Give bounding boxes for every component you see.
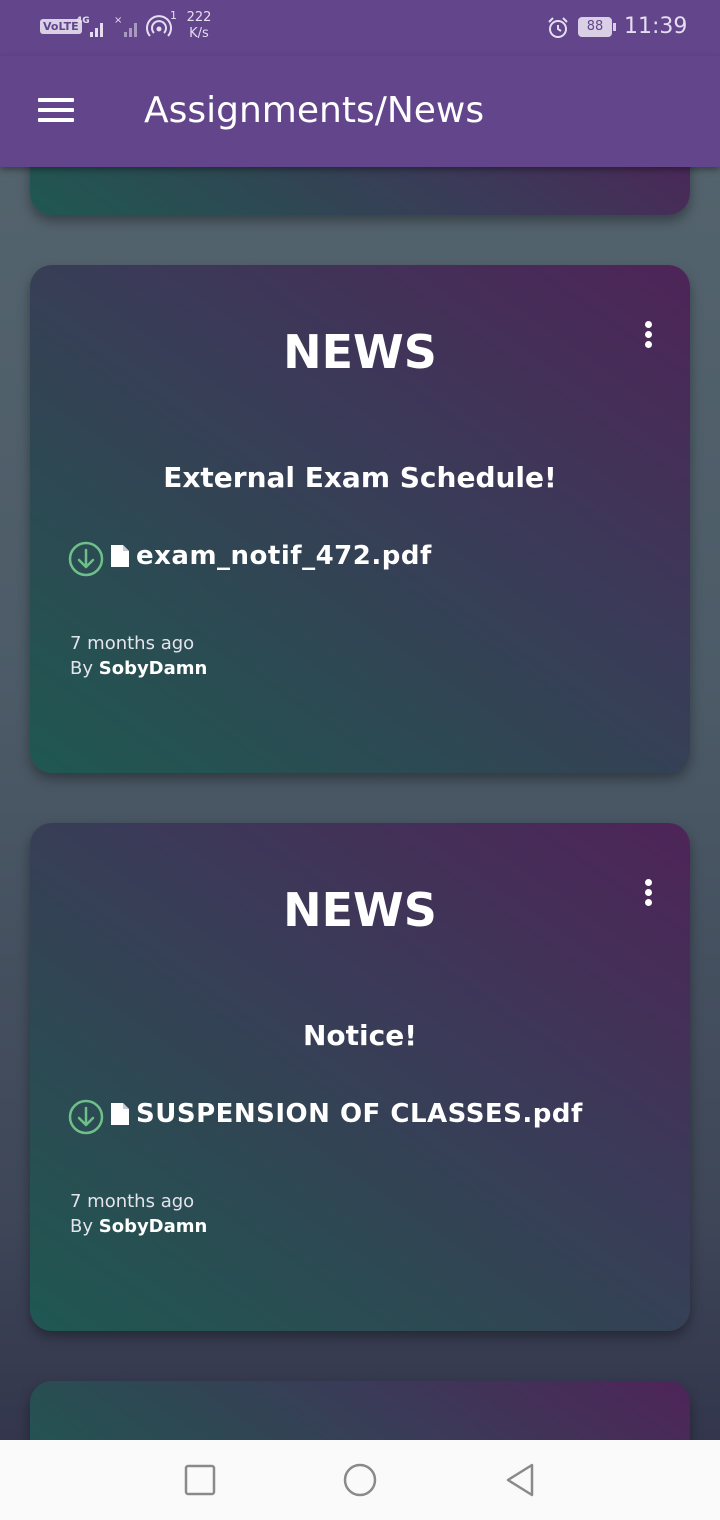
status-bar: VoLTE 4G × 1 222 K/s 88 11:39 (0, 0, 720, 56)
speed-unit: K/s (189, 26, 209, 41)
square-icon[interactable] (182, 1462, 218, 1498)
hotspot-icon (146, 15, 172, 37)
attachment-filename[interactable]: SUSPENSION OF CLASSES.pdf (136, 1099, 583, 1129)
system-nav-bar (0, 1440, 720, 1520)
attachment-filename[interactable]: exam_notif_472.pdf (136, 541, 432, 571)
more-options-button[interactable] (638, 321, 658, 353)
battery-indicator: 88 (578, 17, 612, 37)
file-icon (111, 1103, 129, 1125)
download-circle-icon[interactable] (68, 1099, 104, 1135)
network-type: 4G (76, 16, 90, 26)
sim-slot: 1 (170, 9, 177, 22)
more-vert-icon (644, 879, 652, 886)
author-name: SobyDamn (98, 1216, 208, 1237)
alarm-icon (548, 17, 568, 38)
app-bar: Assignments/News (0, 56, 720, 167)
more-options-button[interactable] (638, 879, 658, 911)
file-icon (111, 545, 129, 567)
circle-icon[interactable] (342, 1462, 378, 1498)
news-card[interactable]: NEWS External Exam Schedule! exam_notif_… (30, 265, 690, 773)
more-vert-icon (644, 321, 652, 328)
card-type-label: NEWS (283, 883, 437, 937)
post-time: 7 months ago (70, 1191, 195, 1212)
post-time: 7 months ago (70, 633, 195, 654)
post-author: By SobyDamn (70, 1216, 208, 1237)
page-title: Assignments/News (144, 90, 485, 131)
signal-icon: 4G (76, 16, 103, 37)
news-card[interactable]: NEWS Notice! SUSPENSION OF CLASSES.pdf 7… (30, 823, 690, 1331)
hamburger-menu-button[interactable] (38, 98, 74, 126)
battery-tip (613, 23, 616, 31)
svg-text:×: × (114, 15, 122, 26)
network-speed: 1 222 K/s (170, 9, 222, 42)
clock: 11:39 (624, 14, 688, 39)
post-author: By SobyDamn (70, 658, 208, 679)
news-heading: Notice! (302, 1019, 417, 1052)
speed-value: 222 (186, 10, 212, 25)
author-name: SobyDamn (98, 658, 208, 679)
hamburger-icon (38, 98, 74, 102)
download-circle-icon[interactable] (68, 541, 104, 577)
news-heading: External Exam Schedule! (163, 461, 557, 494)
triangle-back-icon[interactable] (502, 1462, 538, 1498)
no-signal-icon: × (114, 15, 137, 37)
card-type-label: NEWS (283, 325, 437, 379)
